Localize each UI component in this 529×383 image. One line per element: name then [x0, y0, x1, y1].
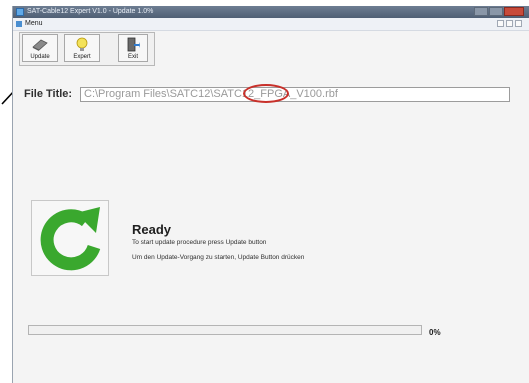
maximize-button[interactable]: [489, 7, 503, 16]
close-button[interactable]: [504, 7, 524, 16]
update-button-label: Update: [30, 54, 50, 60]
toolbar: Update Expert Exit: [19, 32, 155, 66]
minimize-button[interactable]: [474, 7, 488, 16]
lightbulb-icon: [76, 37, 88, 51]
menu-bar: Menu: [13, 18, 529, 31]
file-title-label: File Title:: [24, 88, 73, 100]
status-icon-box: [31, 200, 109, 276]
mdi-restore-button[interactable]: [506, 20, 513, 27]
window-title: SAT-Cable12 Expert V1.0 - Update 1.0%: [27, 8, 154, 15]
exit-button[interactable]: Exit: [118, 34, 148, 62]
window-controls: [473, 7, 524, 17]
file-path-field[interactable]: C:\Program Files\SATC12\SATC12_FPGA_V100…: [80, 87, 510, 102]
annotation-circle: [243, 84, 289, 103]
progress-percent: 0%: [429, 328, 441, 337]
exit-button-label: Exit: [127, 54, 138, 60]
exit-door-icon: [127, 37, 140, 52]
status-instruction-en: To start update procedure press Update b…: [132, 239, 267, 246]
refresh-icon: [40, 207, 101, 271]
menu-icon: [16, 21, 22, 27]
expert-button-label: Expert: [73, 54, 91, 60]
mdi-controls: [495, 20, 522, 27]
menu-item-menu[interactable]: Menu: [25, 18, 43, 30]
update-button[interactable]: Update: [22, 34, 58, 62]
title-bar[interactable]: SAT-Cable12 Expert V1.0 - Update 1.0%: [13, 6, 529, 18]
mdi-close-button[interactable]: [515, 20, 522, 27]
progress-bar: [28, 325, 422, 335]
mdi-minimize-button[interactable]: [497, 20, 504, 27]
update-icon: [32, 39, 48, 51]
status-title: Ready: [132, 222, 172, 237]
status-instruction-de: Um den Update-Vorgang zu starten, Update…: [132, 254, 305, 261]
expert-button[interactable]: Expert: [64, 34, 100, 62]
app-icon: [16, 8, 24, 16]
